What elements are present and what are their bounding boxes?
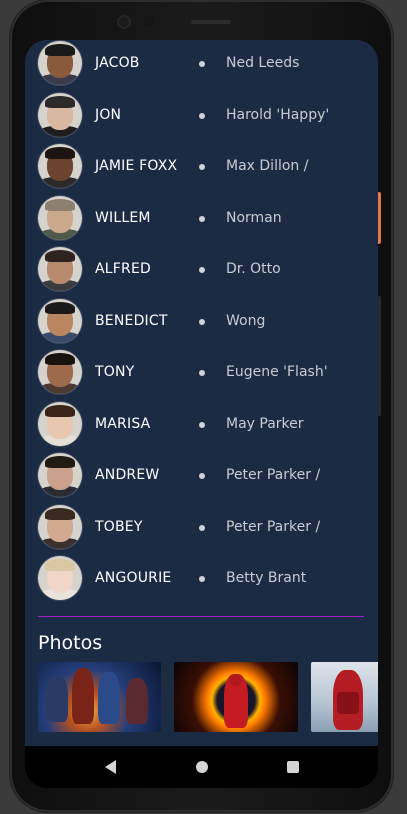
actor-name: JAMIE FOXX [95,158,178,174]
actor-name: JON [95,106,122,123]
cast-row[interactable]: BENEDICT Wong [25,298,378,345]
actor-name: ALFRED [95,261,151,277]
cast-row[interactable]: JAMIE FOXX Max Dillon / [25,144,378,190]
avatar [38,144,82,188]
home-circle-icon[interactable] [196,761,208,773]
section-divider [38,616,364,617]
actor-name: WILLEM [95,209,151,226]
bullet-dot-icon [199,473,205,479]
avatar [38,504,82,549]
character-name: Ned Leeds [226,55,300,71]
character-name: Eugene 'Flash' [226,364,328,380]
cast-row[interactable]: TONY Eugene 'Flash' [25,350,378,396]
avatar [38,195,82,240]
cast-row[interactable]: ANGOURIE Betty Brant [25,556,378,602]
actor-name: ANGOURIE [95,570,172,586]
cast-row[interactable]: ALFRED Dr. Otto [25,247,378,293]
bullet-dot-icon [199,61,205,67]
bullet-dot-icon [199,524,205,531]
avatar [38,41,82,85]
character-name: Dr. Otto [226,261,281,277]
speaker-grille [191,20,231,24]
avatar [38,350,82,394]
photo-thumbnail[interactable] [174,662,298,732]
recents-square-icon[interactable] [287,761,299,773]
bullet-dot-icon [199,576,205,582]
bullet-dot-icon [199,215,205,222]
bullet-dot-icon [199,112,205,119]
photos-heading: Photos [38,632,103,654]
bullet-dot-icon [199,267,205,273]
actor-name: TOBEY [95,518,143,535]
cast-row[interactable]: JON Harold 'Happy' [25,92,378,139]
character-name: Peter Parker / [226,518,321,535]
cast-row[interactable]: WILLEM Norman [25,195,378,242]
avatar [38,298,82,343]
character-name: Betty Brant [226,570,307,586]
avatar [38,247,82,291]
avatar [38,401,82,446]
cast-row[interactable]: JACOB Ned Leeds [25,41,378,87]
cast-row[interactable]: TOBEY Peter Parker / [25,504,378,551]
sensor-icon [144,16,154,26]
avatar [38,556,82,600]
bullet-dot-icon [199,370,205,376]
actor-name: TONY [95,364,135,380]
actor-name: MARISA [95,415,151,432]
actor-name: ANDREW [95,467,160,483]
avatar [38,453,82,497]
character-name: May Parker [226,415,304,432]
actor-name: BENEDICT [95,312,168,329]
cast-row[interactable]: MARISA May Parker [25,401,378,448]
character-name: Max Dillon / [226,158,309,174]
actor-name: JACOB [95,55,140,71]
cast-row[interactable]: ANDREW Peter Parker / [25,453,378,499]
system-nav-bar [25,746,378,788]
camera-icon [117,15,131,29]
character-name: Norman [226,209,282,226]
character-name: Harold 'Happy' [226,106,330,123]
bullet-dot-icon [199,164,205,170]
photo-thumbnail[interactable] [311,662,378,732]
bullet-dot-icon [199,318,205,325]
character-name: Peter Parker / [226,467,321,483]
avatar [38,92,82,137]
bullet-dot-icon [199,421,205,428]
character-name: Wong [226,312,266,329]
back-triangle-icon[interactable] [105,760,116,774]
app-screen: JACOB Ned Leeds JON Harold 'Happy' JAMIE FOX… [25,40,378,746]
photo-thumbnail[interactable] [38,662,161,732]
